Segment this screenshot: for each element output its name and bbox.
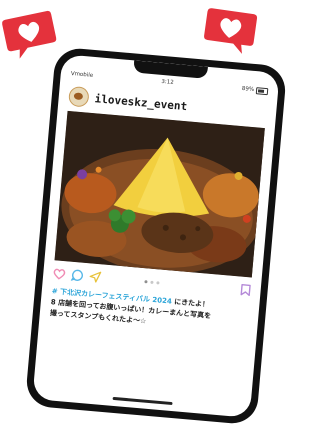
post-photo[interactable] bbox=[54, 110, 265, 278]
carousel-dot bbox=[150, 280, 154, 284]
phone-screen: Vmobile 3:12 89% iloveskz_event # 下北沢カレー… bbox=[32, 54, 280, 418]
heart-badge-icon bbox=[204, 8, 258, 54]
battery-percent: 89% bbox=[241, 85, 255, 93]
comment-icon[interactable] bbox=[70, 269, 84, 282]
carousel-dot bbox=[144, 279, 148, 283]
carousel-dot bbox=[156, 280, 160, 284]
heart-icon[interactable] bbox=[53, 268, 66, 280]
username[interactable]: iloveskz_event bbox=[94, 92, 187, 113]
home-indicator bbox=[112, 396, 173, 406]
curry-plate-image bbox=[54, 110, 265, 278]
heart-badge-icon bbox=[2, 10, 57, 59]
phone-frame: Vmobile 3:12 89% iloveskz_event # 下北沢カレー… bbox=[24, 46, 288, 425]
status-right: 89% bbox=[241, 85, 269, 95]
carousel-dots bbox=[144, 279, 160, 284]
carrier-label: Vmobile bbox=[70, 70, 94, 79]
bookmark-icon[interactable] bbox=[240, 283, 251, 297]
clock-label: 3:12 bbox=[161, 78, 174, 86]
battery-icon bbox=[255, 86, 269, 95]
avatar[interactable] bbox=[68, 85, 90, 108]
action-group bbox=[53, 267, 102, 283]
send-icon[interactable] bbox=[89, 270, 102, 283]
